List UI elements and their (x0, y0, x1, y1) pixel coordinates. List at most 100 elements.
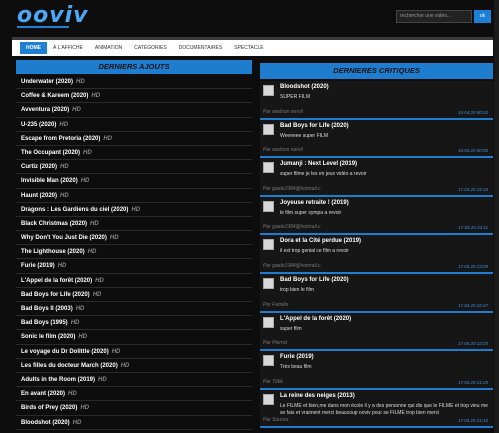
hd-badge: HD (72, 419, 82, 426)
film-title[interactable]: Furie (2019) (21, 263, 55, 269)
film-title[interactable]: Adults in the Room (2019) (21, 377, 95, 383)
film-title[interactable]: Underwater (2020) (21, 79, 73, 85)
hd-badge: HD (98, 376, 107, 383)
avatar (263, 200, 274, 212)
review-film-title[interactable]: Dora et la Cité perdue (2019) (280, 238, 361, 244)
film-title[interactable]: U-235 (2020) (21, 122, 56, 128)
film-list-item[interactable]: Why Don't You Just Die (2020) HD (16, 231, 252, 246)
film-list-item[interactable]: Escape from Pretoria (2020) HD (16, 132, 252, 146)
review-card: Bloodshot (2020) SUPER FILM Par wadson ner… (260, 81, 493, 120)
review-film-title[interactable]: Joyeuse retraite ! (2019) (280, 200, 349, 206)
hd-badge: HD (72, 107, 81, 114)
hd-badge: HD (90, 220, 99, 227)
review-author: Par gaele1984@hotmail.c (263, 262, 321, 269)
film-list-item[interactable]: Coffee & Kareem (2020) HD (16, 89, 252, 104)
nav-item-5[interactable]: SPECTACLE (228, 42, 269, 54)
film-title[interactable]: Les filles du docteur March (2020) (21, 363, 118, 369)
film-title[interactable]: Escape from Pretoria (2020) (21, 136, 100, 142)
film-list-item[interactable]: Adults in the Room (2019) HD (16, 373, 252, 388)
review-film-title[interactable]: Bloodshot (2020) (280, 84, 329, 90)
review-text: le film super sympa a revoir (280, 209, 342, 216)
film-list-item[interactable]: Bloodshot (2020) HD (16, 416, 252, 430)
film-title[interactable]: Coffee & Kareem (2020) (21, 93, 88, 99)
review-film-title[interactable]: Furie (2019) (280, 354, 314, 360)
review-film-title[interactable]: La reine des neiges (2013) (280, 393, 355, 399)
review-author: Par Famille (263, 301, 289, 308)
film-title[interactable]: Bad Boys (1995) (21, 320, 68, 326)
latest-reviews-panel: DERNIERES CRITIQUES Bloodshot (2020) SUPE… (260, 63, 493, 429)
film-title[interactable]: Invisible Man (2020) (21, 178, 78, 184)
film-list-item[interactable]: Invisible Man (2020) HD (16, 174, 252, 189)
main-nav: HOME À L'AFFICHE ANIMATION CATÉGORIES DOCUME… (12, 37, 493, 56)
avatar (263, 239, 274, 251)
film-title[interactable]: Le voyage du Dr Dolittle (2020) (21, 349, 109, 355)
film-list-item[interactable]: Bad Boys II (2003) HD (16, 302, 252, 317)
film-list-item[interactable]: Curtiz (2020) HD (16, 160, 252, 175)
hd-badge: HD (76, 79, 85, 85)
film-title[interactable]: Curtiz (2020) (21, 164, 57, 170)
film-list-item[interactable]: Underwater (2020) HD (16, 75, 252, 90)
film-list-item[interactable]: Bad Boys for Life (2020) HD (16, 288, 252, 302)
hd-badge: HD (103, 135, 113, 142)
nav-item-3[interactable]: CATÉGORIES (128, 42, 172, 54)
nav-item-4[interactable]: DOCUMENTAIRES (173, 42, 229, 54)
film-list-item[interactable]: The Occupant (2020) HD (16, 146, 252, 161)
film-title[interactable]: Bad Boys for Life (2020) (21, 292, 90, 298)
film-list-item[interactable]: Avventura (2020) HD (16, 103, 252, 118)
review-film-title[interactable]: Bad Boys for Life (2020) (280, 277, 349, 283)
search-input[interactable]: rechercher une vidéo... (396, 10, 472, 23)
film-title[interactable]: Bloodshot (2020) (21, 420, 70, 426)
site-logo[interactable]: ooviv (17, 3, 88, 28)
hd-badge: HD (120, 362, 130, 369)
film-title[interactable]: Why Don't You Just Die (2020) (21, 235, 107, 241)
nav-item-2[interactable]: ANIMATION (89, 42, 128, 54)
hd-badge: HD (60, 192, 69, 199)
film-list-item[interactable]: Black Christmas (2020) HD (16, 217, 252, 232)
hd-badge: HD (95, 277, 104, 284)
hd-badge: HD (109, 235, 119, 242)
film-title[interactable]: Avventura (2020) (21, 107, 69, 113)
film-list: Underwater (2020) HD Coffee & Kareem (2020… (16, 75, 252, 430)
film-list-item[interactable]: The Lighthouse (2020) HD (16, 245, 252, 260)
film-list-item[interactable]: U-235 (2020) HD (16, 118, 252, 132)
film-list-item[interactable]: Bad Boys (1995) HD (16, 316, 252, 331)
film-list-item[interactable]: Furie (2019) HD (16, 259, 252, 274)
film-title[interactable]: Sonic le film (2020) (21, 334, 75, 340)
review-film-title[interactable]: L'Appel de la forêt (2020) (280, 316, 351, 322)
film-title[interactable]: Dragons : Les Gardiens du ciel (2020) (21, 207, 128, 213)
film-title[interactable]: Black Christmas (2020) (21, 221, 87, 227)
search-button[interactable]: ok (474, 10, 491, 23)
review-author: Par Tittié (263, 378, 283, 385)
film-title[interactable]: The Lighthouse (2020) (21, 249, 85, 255)
film-title[interactable]: L'Appel de la forêt (2020) (21, 278, 92, 284)
review-film-title[interactable]: Bad Boys for Life (2020) (280, 123, 349, 129)
film-title[interactable]: Birds of Prey (2020) (21, 405, 77, 411)
hd-badge: HD (87, 249, 97, 256)
film-list-item[interactable]: L'Appel de la forêt (2020) HD (16, 274, 252, 288)
review-list: Bloodshot (2020) SUPER FILM Par wadson ner… (260, 81, 493, 429)
film-title[interactable]: En avant (2020) (21, 391, 65, 397)
film-list-item[interactable]: Les filles du docteur March (2020) HD (16, 359, 252, 373)
review-text: Très beau film (280, 364, 312, 371)
review-author: Par wadson nervil (263, 108, 303, 115)
nav-item-0[interactable]: HOME (20, 42, 47, 54)
film-list-item[interactable]: Haunt (2020) HD (16, 189, 252, 203)
film-list-item[interactable]: Birds of Prey (2020) HD (16, 401, 252, 416)
review-film-title[interactable]: Jumanji : Next Level (2019) (280, 161, 357, 167)
film-list-item[interactable]: En avant (2020) HD (16, 387, 252, 402)
film-list-item[interactable]: Dragons : Les Gardiens du ciel (2020) HD (16, 203, 252, 217)
film-list-item[interactable]: Sonic le film (2020) HD (16, 330, 252, 345)
film-title[interactable]: Bad Boys II (2003) (21, 306, 73, 312)
review-author: Par Pierrot (263, 340, 287, 347)
film-title[interactable]: Haunt (2020) (21, 193, 57, 199)
film-list-item[interactable]: Le voyage du Dr Dolittle (2020) HD (16, 345, 252, 359)
avatar (263, 85, 274, 96)
film-title[interactable]: The Occupant (2020) (21, 150, 80, 156)
page-scrollbar[interactable] (494, 0, 499, 433)
review-date: 17.04.20 23:18 (457, 186, 488, 192)
review-text: trop bien le film (280, 286, 314, 293)
hd-badge: HD (57, 263, 67, 270)
review-date: 17.04.20 23:11 (458, 225, 488, 231)
nav-item-1[interactable]: À L'AFFICHE (47, 42, 89, 54)
review-text: super film (280, 325, 302, 332)
